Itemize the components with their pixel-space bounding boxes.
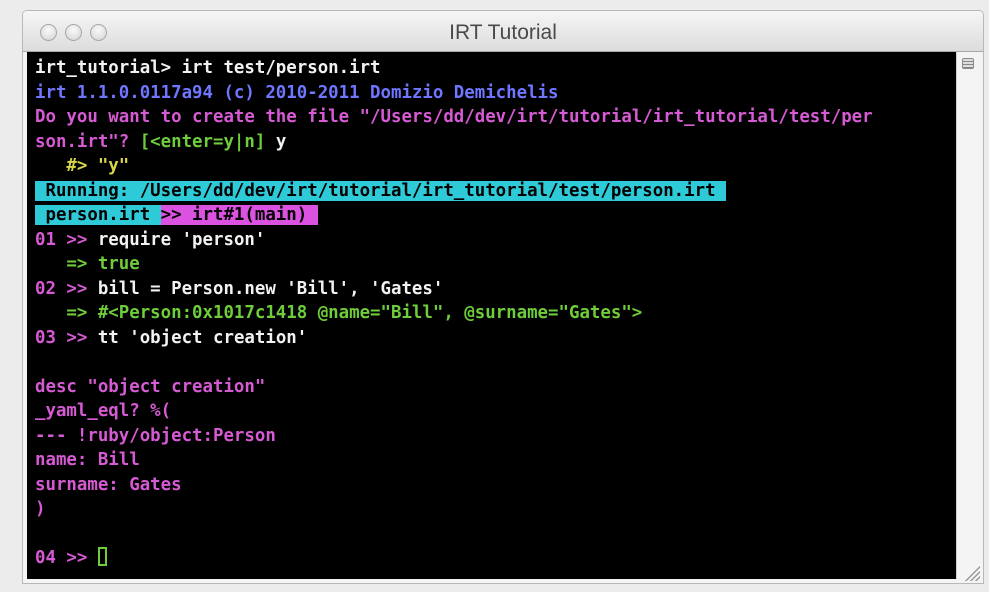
- resize-grip-icon[interactable]: [964, 565, 980, 581]
- terminal-text-segment: desc "object creation": [35, 376, 266, 397]
- terminal-text-segment: Do you want to create the file "/Users/d…: [35, 107, 873, 127]
- terminal-line: desc "object creation": [35, 375, 873, 400]
- terminal-text-segment: require 'person': [97, 229, 266, 250]
- terminal-text-segment: >> irt#1(main): [160, 205, 318, 225]
- terminal-line: irt 1.1.0.0117a94 (c) 2010-2011 Domizio …: [35, 81, 873, 106]
- terminal-line: son.irt"? [<enter=y|n] y: [35, 130, 873, 155]
- terminal-text-segment: 04 >>: [35, 548, 98, 568]
- terminal-line: 04 >>: [35, 546, 873, 571]
- terminal-text-segment: => true: [35, 254, 140, 274]
- terminal-text-segment: 03 >>: [35, 327, 98, 348]
- terminal-line: => true: [35, 252, 873, 277]
- vertical-scrollbar[interactable]: [956, 52, 980, 579]
- window-title: IRT Tutorial: [449, 21, 557, 44]
- scroll-handle-icon[interactable]: [962, 58, 974, 69]
- terminal-text-segment: 02 >>: [35, 278, 98, 299]
- terminal-line: surname: Gates: [35, 473, 873, 498]
- terminal-line: Do you want to create the file "/Users/d…: [35, 105, 873, 130]
- terminal-line: --- !ruby/object:Person: [35, 424, 873, 449]
- terminal-text-segment: son.irt"?: [35, 131, 140, 152]
- terminal-area[interactable]: irt_tutorial> irt test/person.irt irt 1.1…: [27, 52, 956, 579]
- terminal-line: 03 >> tt 'object creation': [35, 326, 873, 351]
- terminal-text-segment: tt 'object creation': [97, 327, 308, 348]
- terminal-line: 01 >> require 'person': [35, 228, 873, 253]
- terminal-text-segment: 01 >>: [35, 229, 98, 250]
- terminal-line: name: Bill: [35, 448, 873, 473]
- terminal-line: Running: /Users/dd/dev/irt/tutorial/irt_…: [35, 179, 873, 204]
- terminal-text-segment: _yaml_eql? %(: [35, 401, 172, 421]
- terminal-text-segment: irt_tutorial> irt test/person.irt: [35, 58, 381, 78]
- terminal-output: irt_tutorial> irt test/person.irt irt 1.1…: [35, 56, 873, 571]
- terminal-text-segment: [<enter=y|n]: [139, 131, 266, 152]
- terminal-text-segment: bill = Person.new 'Bill', 'Gates': [97, 278, 444, 299]
- terminal-text-segment: irt 1.1.0.0117a94 (c) 2010-2011 Domizio …: [35, 82, 559, 103]
- terminal-text-segment: person.irt: [35, 205, 161, 225]
- title-bar[interactable]: IRT Tutorial: [23, 11, 983, 52]
- terminal-line: 02 >> bill = Person.new 'Bill', 'Gates': [35, 277, 873, 302]
- terminal-line: person.irt >> irt#1(main): [35, 203, 873, 228]
- terminal-line: _yaml_eql? %(: [35, 399, 873, 424]
- terminal-line: #> "y": [35, 154, 873, 179]
- terminal-text-segment: --- !ruby/object:Person: [35, 425, 276, 446]
- terminal-text-segment: name: Bill: [35, 450, 140, 470]
- terminal-text-segment: => #<Person:0x1017c1418 @name="Bill", @s…: [35, 303, 643, 323]
- terminal-line: => #<Person:0x1017c1418 @name="Bill", @s…: [35, 301, 873, 326]
- text-cursor: [97, 547, 107, 566]
- terminal-text-segment: ): [35, 499, 46, 519]
- terminal-line: ): [35, 497, 873, 522]
- terminal-line: irt_tutorial> irt test/person.irt: [35, 56, 873, 81]
- terminal-text-segment: Running: /Users/dd/dev/irt/tutorial/irt_…: [35, 180, 727, 201]
- terminal-text-segment: y: [265, 131, 287, 152]
- terminal-text-segment: surname: Gates: [35, 474, 182, 495]
- terminal-text-segment: #> "y": [35, 156, 130, 176]
- terminal-window: IRT Tutorial irt_tutorial> irt test/pers…: [22, 10, 984, 584]
